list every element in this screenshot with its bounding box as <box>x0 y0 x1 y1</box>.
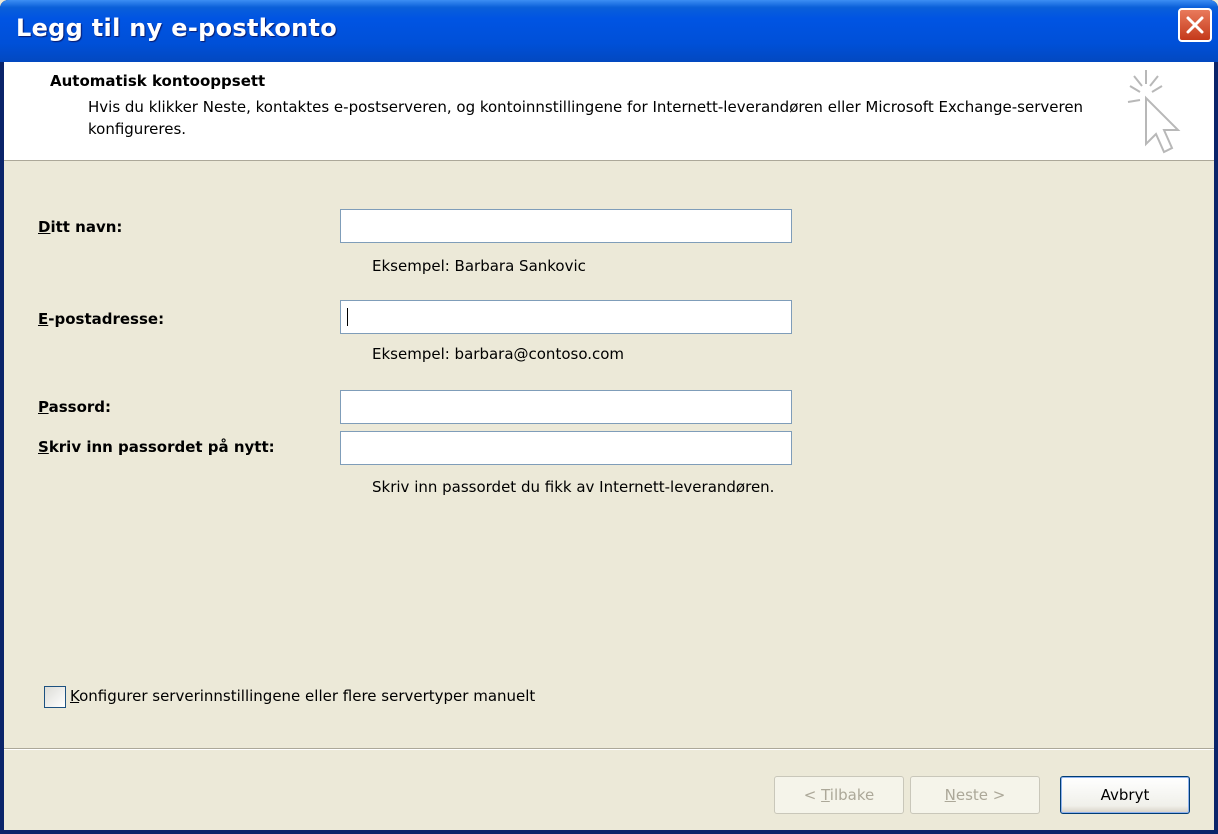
password-repeat-input[interactable] <box>340 431 792 465</box>
password-hint: Skriv inn passordet du fikk av Internett… <box>372 478 775 496</box>
window-title: Legg til ny e-postkonto <box>16 14 338 42</box>
header-title: Automatisk kontooppsett <box>50 72 266 90</box>
back-button[interactable]: < Tilbake <box>774 776 904 814</box>
name-label: Ditt navn: <box>38 218 123 236</box>
text-caret <box>347 308 348 326</box>
email-label: E-postadresse: <box>38 310 165 328</box>
close-button[interactable] <box>1178 8 1212 42</box>
cancel-button[interactable]: Avbryt <box>1060 776 1190 814</box>
cursor-sparkle-icon <box>1116 64 1196 160</box>
title-bar[interactable]: Legg til ny e-postkonto <box>0 0 1218 62</box>
dialog-body: Automatisk kontooppsett Hvis du klikker … <box>4 62 1214 830</box>
password-input[interactable] <box>340 390 792 424</box>
dialog-window: Legg til ny e-postkonto Automatisk konto… <box>0 0 1218 834</box>
email-input[interactable] <box>340 300 792 334</box>
manual-config-checkbox[interactable] <box>44 686 66 708</box>
manual-config-label[interactable]: Konfigurer serverinnstillingene eller fl… <box>70 687 535 705</box>
header-description: Hvis du klikker Neste, kontaktes e-posts… <box>88 98 1084 138</box>
password-label: Passord: <box>38 398 112 416</box>
next-button[interactable]: Neste > <box>910 776 1040 814</box>
footer-divider <box>4 748 1214 750</box>
name-hint: Eksempel: Barbara Sankovic <box>372 257 586 275</box>
email-hint: Eksempel: barbara@contoso.com <box>372 345 625 363</box>
wizard-header: Automatisk kontooppsett Hvis du klikker … <box>4 62 1214 161</box>
password-repeat-label: Skriv inn passordet på nytt: <box>38 438 275 456</box>
name-input[interactable] <box>340 209 792 243</box>
